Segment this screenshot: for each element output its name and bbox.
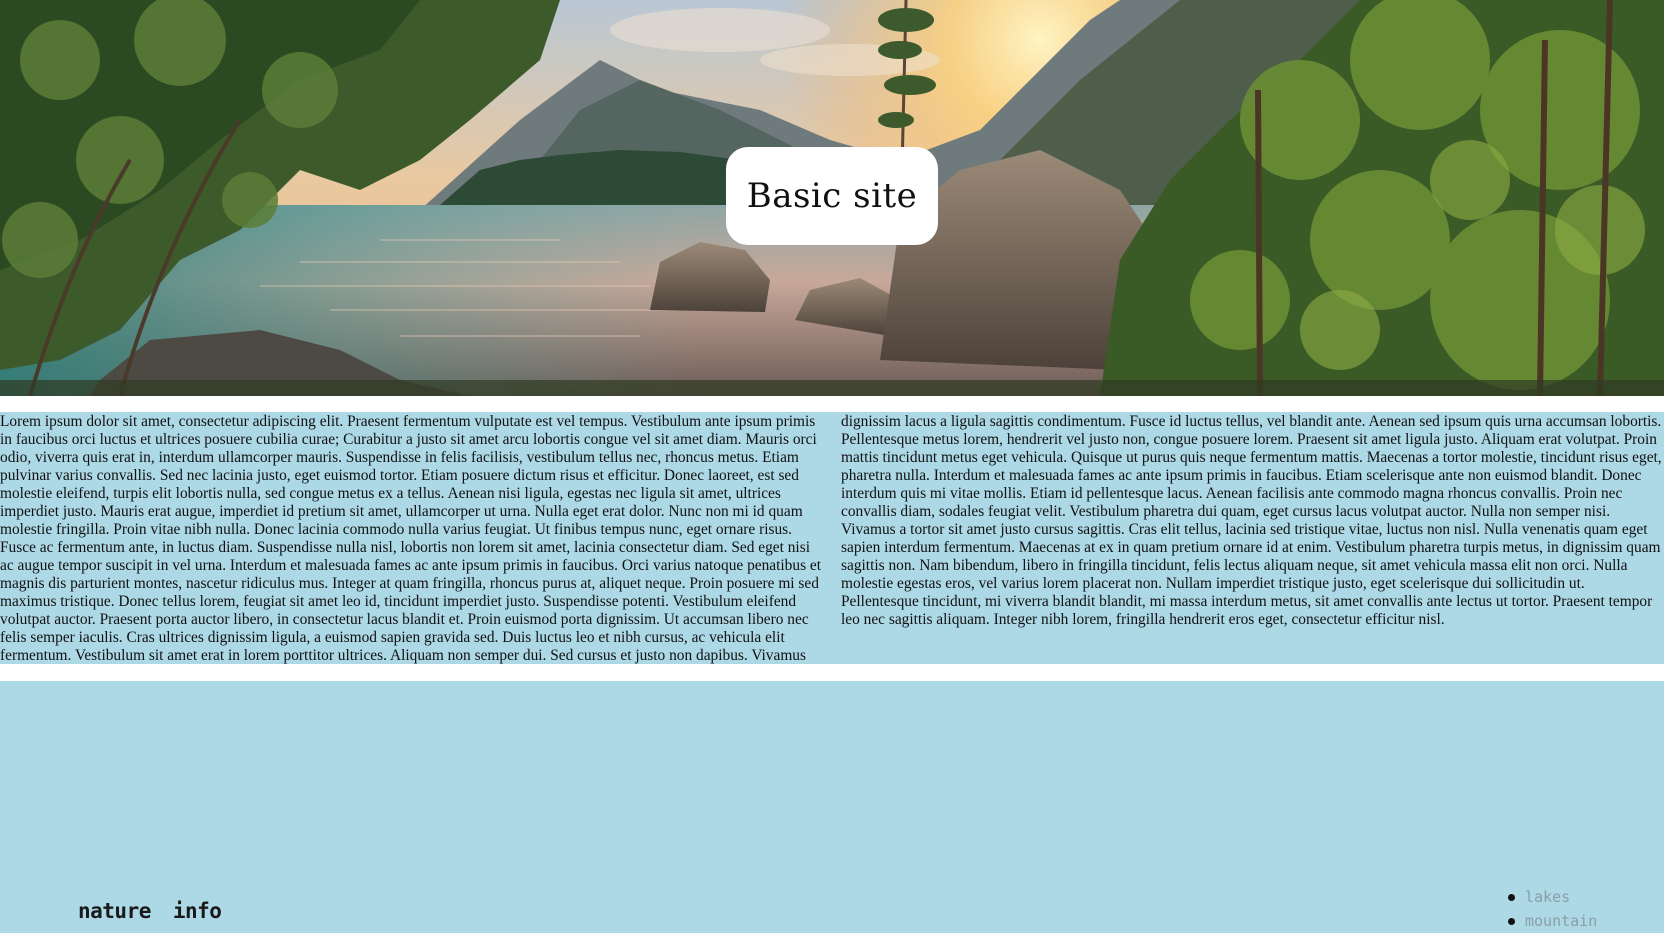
article-body: Lorem ipsum dolor sit amet, consectetur … [0, 412, 1664, 664]
link-mountain[interactable]: mountain [1525, 912, 1597, 930]
nav-link-info[interactable]: info [173, 899, 222, 923]
list-item-lakes: lakes [1504, 887, 1597, 911]
nav-link-nature[interactable]: nature [78, 899, 151, 923]
footer-link-list: lakes mountain [1504, 887, 1597, 933]
footer-nav: nature info [78, 899, 222, 923]
list-item-mountain: mountain [1504, 911, 1597, 933]
link-lakes[interactable]: lakes [1525, 888, 1570, 906]
hero-banner: Basic site [0, 0, 1664, 396]
site-title-card: Basic site [726, 147, 938, 245]
article-text: Lorem ipsum dolor sit amet, consectetur … [0, 413, 1662, 664]
site-title: Basic site [746, 176, 918, 216]
footer: nature info lakes mountain [0, 681, 1664, 933]
